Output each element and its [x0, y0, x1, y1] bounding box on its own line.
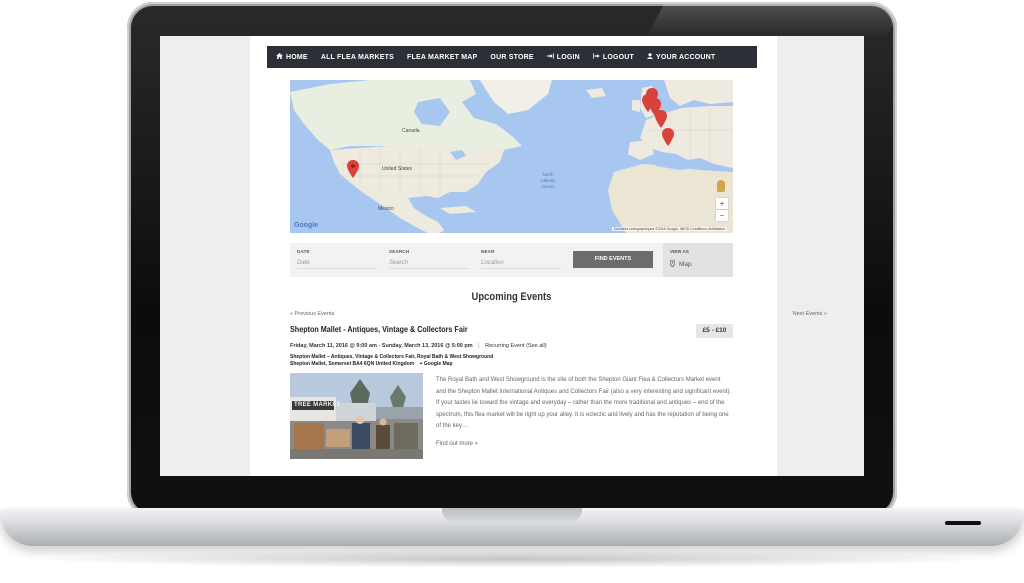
- next-events-link[interactable]: Next Events »: [793, 311, 827, 317]
- search-label: SEARCH: [389, 249, 410, 254]
- laptop-shadow: [30, 550, 994, 568]
- map-attribution: Données cartographiques ©2016 Google, IN…: [612, 227, 727, 231]
- photo-sign-text: TREE MARKET: [294, 402, 341, 408]
- nav-login-label: LOGIN: [556, 53, 580, 61]
- map-zoom-in-button[interactable]: +: [716, 198, 728, 209]
- event-filter-bar: DATE Date SEARCH Search NEAR Location FI…: [290, 243, 733, 277]
- map-label-canada: Canada: [402, 128, 420, 134]
- nav-flea-market-map[interactable]: FLEA MARKET MAP: [407, 54, 477, 61]
- screen-glare: [645, 4, 905, 38]
- previous-events-link[interactable]: « Previous Events: [290, 311, 334, 317]
- near-label: NEAR: [481, 249, 495, 254]
- event-schedule: Friday, March 11, 2016 @ 9:00 am - Sunda…: [290, 343, 547, 349]
- map-land-africa: [608, 164, 733, 233]
- laptop-trackpad-notch: [442, 508, 582, 522]
- map-label-us: United States: [382, 166, 413, 172]
- nav-our-store[interactable]: OUR STORE: [490, 54, 533, 61]
- map-pegman-icon[interactable]: [717, 180, 725, 192]
- home-icon: [276, 53, 283, 61]
- event-title-link[interactable]: Shepton Mallet - Antiques, Vintage & Col…: [290, 325, 468, 334]
- event-date: Friday, March 11, 2016 @ 9:00 am - Sunda…: [290, 343, 473, 349]
- user-icon: [647, 53, 653, 61]
- laptop-screen: HOME ALL FLEA MARKETS FLEA MARKET MAP OU…: [160, 36, 864, 476]
- nav-all-flea-markets-label: ALL FLEA MARKETS: [320, 53, 395, 61]
- nav-our-store-label: OUR STORE: [490, 53, 534, 61]
- google-logo: Google: [294, 222, 319, 229]
- events-map[interactable]: Canada United States Mexico North Atlant…: [290, 80, 733, 233]
- nav-logout-label: LOGOUT: [602, 53, 635, 61]
- main-navigation: HOME ALL FLEA MARKETS FLEA MARKET MAP OU…: [267, 46, 757, 68]
- location-input[interactable]: Location: [481, 260, 561, 269]
- event-venue: Shepton Mallet – Antiques, Vintage & Col…: [290, 354, 493, 368]
- view-as-option[interactable]: Map: [669, 259, 692, 269]
- nav-login[interactable]: LOGIN: [546, 53, 580, 61]
- view-as-label: VIEW AS: [670, 249, 689, 254]
- map-label-mexico: Mexico: [378, 206, 394, 212]
- nav-your-account[interactable]: YOUR ACCOUNT: [647, 53, 715, 61]
- map-label-ocean: North Atlantic Ocean: [540, 172, 556, 189]
- map-pin-icon: [669, 259, 676, 269]
- event-photo[interactable]: TREE MARKET: [290, 373, 423, 459]
- date-label: DATE: [297, 249, 310, 254]
- venue-name: Shepton Mallet – Antiques, Vintage & Col…: [290, 354, 494, 360]
- google-map-link[interactable]: + Google Map: [420, 361, 453, 367]
- map-zoom-out-button[interactable]: −: [716, 210, 728, 221]
- nav-home[interactable]: HOME: [276, 53, 308, 61]
- search-input[interactable]: Search: [389, 260, 469, 269]
- upcoming-events-heading: Upcoming Events: [471, 291, 552, 303]
- date-input[interactable]: Date: [297, 260, 377, 269]
- recurring-event-link[interactable]: Recurring Event (See all): [485, 343, 546, 349]
- nav-flea-market-map-label: FLEA MARKET MAP: [407, 53, 478, 61]
- event-description: The Royal Bath and West Showground is th…: [436, 377, 732, 430]
- find-out-more-link[interactable]: Find out more »: [436, 441, 478, 447]
- view-as-selector[interactable]: VIEW AS Map: [663, 243, 733, 277]
- logout-icon: [593, 53, 600, 61]
- nav-home-label: HOME: [286, 53, 308, 61]
- nav-your-account-label: YOUR ACCOUNT: [656, 53, 716, 61]
- view-as-value: Map: [679, 261, 692, 268]
- nav-all-flea-markets[interactable]: ALL FLEA MARKETS: [321, 54, 394, 61]
- login-icon: [546, 53, 554, 61]
- nav-logout[interactable]: LOGOUT: [593, 53, 634, 61]
- find-events-button[interactable]: FIND EVENTS: [573, 251, 653, 268]
- laptop-indicator-light: [945, 521, 981, 525]
- venue-address: Shepton Mallet, Somerset BA4 6QN United …: [290, 361, 415, 367]
- event-price-badge: £5 - £10: [696, 324, 733, 338]
